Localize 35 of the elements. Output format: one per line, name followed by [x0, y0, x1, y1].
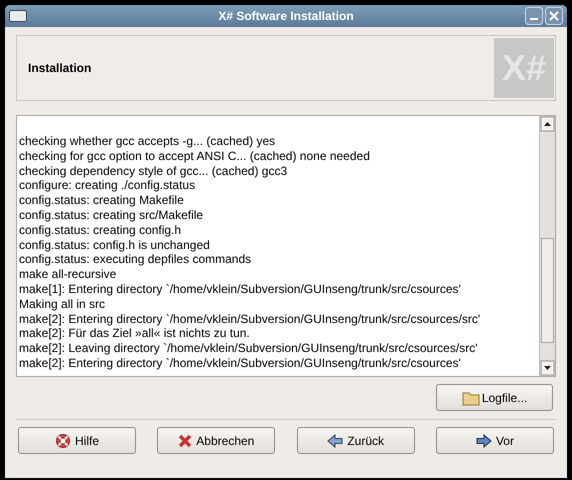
back-button[interactable]: Zurück — [296, 427, 415, 454]
log-line: make[2]: Entering directory `/home/vklein/Subversion/GUInseng/trunk/src/csources/src' — [19, 312, 480, 326]
log-line: make[2]: Für das Ziel »all« ist nichts zu tun. — [19, 326, 250, 342]
forward-button[interactable]: Vor — [436, 427, 554, 454]
left-arrow-icon — [327, 434, 344, 448]
lifebuoy-icon — [54, 432, 71, 448]
scroll-thumb[interactable] — [541, 238, 554, 343]
close-icon[interactable] — [545, 7, 563, 25]
log-line: make[2]: Entering directory `/home/vklein/Subversion/GUInseng/trunk/src/csources' — [19, 356, 461, 371]
log-line: config.status: creating src/Makefile — [19, 208, 204, 223]
help-button[interactable]: Hilfe — [18, 427, 136, 454]
log-line: make all-recursive — [19, 267, 116, 282]
log-line: make[1]: Entering directory `/home/vklein/Subversion/GUInseng/trunk/src/csources' — [19, 282, 461, 297]
scrollbar[interactable] — [539, 116, 555, 376]
window-menu-icon[interactable] — [9, 10, 27, 22]
log-line: configure: creating ./config.status — [19, 178, 196, 194]
cross-icon — [178, 434, 192, 448]
right-arrow-icon — [476, 434, 492, 448]
log-line: config.status: creating Makefile — [19, 193, 184, 208]
log-line: checking for gcc option to accept ANSI C... (cached) none needed — [19, 148, 370, 164]
log-line: config.status: creating config.h — [19, 222, 182, 238]
minimize-icon[interactable] — [525, 7, 543, 25]
scroll-down-icon[interactable] — [540, 360, 555, 376]
log-line: checking dependency style of gcc... (cached) gcc3 — [19, 164, 288, 178]
log-line: config.status: executing depfiles commands — [19, 252, 252, 268]
log-line: config.status: config.h is unchanged — [19, 238, 210, 252]
logfile-button[interactable]: Logfile... — [436, 384, 553, 411]
folder-icon — [462, 390, 480, 406]
log-line: Making all in src — [19, 296, 106, 312]
cancel-button[interactable]: Abbrechen — [157, 427, 276, 454]
window-title: X# Software Installation — [218, 8, 354, 25]
scroll-up-icon[interactable] — [540, 116, 555, 132]
log-line: make[2]: Leaving directory `/home/vklein/Subversion/GUInseng/trunk/src/csources/src' — [19, 341, 478, 356]
page-title: Installation — [28, 60, 92, 77]
log-line: checking whether gcc accepts -g... (cached) yes — [19, 134, 276, 149]
